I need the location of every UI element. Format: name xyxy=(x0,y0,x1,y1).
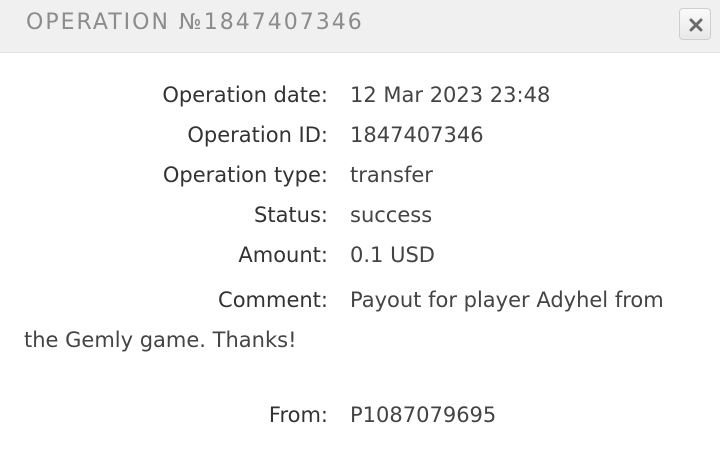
dialog-title: OPERATION №1847407346 xyxy=(26,10,364,35)
operation-id-value: 1847407346 xyxy=(350,123,484,147)
status-row: Status: success xyxy=(0,200,720,230)
amount-label: Amount: xyxy=(238,243,328,267)
status-label: Status: xyxy=(254,203,328,227)
from-label: From: xyxy=(268,403,328,427)
close-button[interactable] xyxy=(679,8,711,40)
operation-type-row: Operation type: transfer xyxy=(0,160,720,190)
amount-value: 0.1 USD xyxy=(350,243,435,267)
operation-type-value: transfer xyxy=(350,163,433,187)
comment-label: Comment: xyxy=(218,288,328,312)
operation-date-label: Operation date: xyxy=(162,83,328,107)
comment-value: Payout for player Adyhel from the Gemly … xyxy=(24,288,664,352)
operation-id-row: Operation ID: 1847407346 xyxy=(0,120,720,150)
operation-date-row: Operation date: 12 Mar 2023 23:48 xyxy=(0,80,720,110)
comment-row: Comment: Payout for player Adyhel from th… xyxy=(24,280,696,360)
close-icon xyxy=(689,18,703,32)
status-value: success xyxy=(350,203,433,227)
operation-date-value: 12 Mar 2023 23:48 xyxy=(350,83,551,107)
from-row: From: P1087079695 xyxy=(0,400,720,430)
from-value: P1087079695 xyxy=(350,403,497,427)
operation-id-label: Operation ID: xyxy=(187,123,328,147)
dialog-header: OPERATION №1847407346 xyxy=(0,0,720,53)
amount-row: Amount: 0.1 USD xyxy=(0,240,720,270)
operation-type-label: Operation type: xyxy=(162,163,328,187)
